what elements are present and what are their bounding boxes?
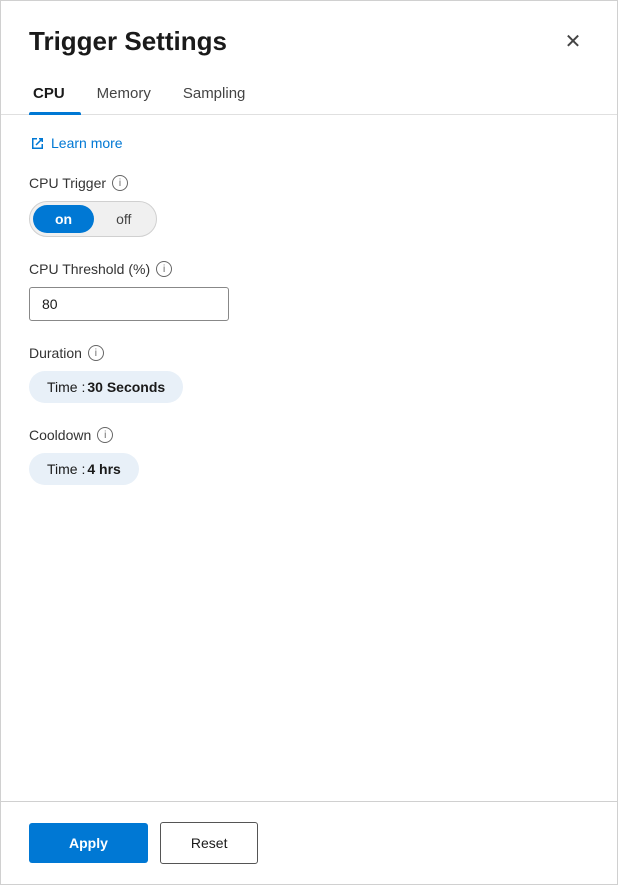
duration-pill[interactable]: Time : 30 Seconds xyxy=(29,371,183,403)
cooldown-value: 4 hrs xyxy=(87,461,120,477)
cpu-threshold-label: CPU Threshold (%) xyxy=(29,261,150,277)
cooldown-prefix: Time : xyxy=(47,461,85,477)
close-button[interactable]: ✕ xyxy=(557,25,589,57)
tab-sampling[interactable]: Sampling xyxy=(179,77,262,114)
duration-prefix: Time : xyxy=(47,379,85,395)
tab-cpu[interactable]: CPU xyxy=(29,77,81,114)
reset-button[interactable]: Reset xyxy=(160,822,259,864)
dialog-header: Trigger Settings ✕ xyxy=(1,1,617,57)
duration-label-row: Duration i xyxy=(29,345,589,361)
cooldown-info-icon[interactable]: i xyxy=(97,427,113,443)
cpu-trigger-group: CPU Trigger i on off xyxy=(29,175,589,237)
duration-group: Duration i Time : 30 Seconds xyxy=(29,345,589,403)
cpu-trigger-toggle: on off xyxy=(29,201,157,237)
cooldown-label: Cooldown xyxy=(29,427,91,443)
duration-info-icon[interactable]: i xyxy=(88,345,104,361)
cpu-threshold-input[interactable] xyxy=(29,287,229,321)
cpu-trigger-label: CPU Trigger xyxy=(29,175,106,191)
learn-more-label: Learn more xyxy=(51,135,123,151)
toggle-off-button[interactable]: off xyxy=(94,205,153,233)
external-link-icon xyxy=(29,135,45,151)
cooldown-pill[interactable]: Time : 4 hrs xyxy=(29,453,139,485)
apply-button[interactable]: Apply xyxy=(29,823,148,863)
duration-label: Duration xyxy=(29,345,82,361)
trigger-settings-dialog: Trigger Settings ✕ CPU Memory Sampling L… xyxy=(0,0,618,885)
tab-memory[interactable]: Memory xyxy=(93,77,167,114)
cooldown-group: Cooldown i Time : 4 hrs xyxy=(29,427,589,485)
tab-content: Learn more CPU Trigger i on off CPU Thre… xyxy=(1,115,617,801)
learn-more-link[interactable]: Learn more xyxy=(29,135,589,151)
cpu-threshold-group: CPU Threshold (%) i xyxy=(29,261,589,321)
cpu-trigger-info-icon[interactable]: i xyxy=(112,175,128,191)
cooldown-label-row: Cooldown i xyxy=(29,427,589,443)
dialog-footer: Apply Reset xyxy=(1,801,617,884)
cpu-trigger-label-row: CPU Trigger i xyxy=(29,175,589,191)
tabs-container: CPU Memory Sampling xyxy=(1,57,617,115)
toggle-on-button[interactable]: on xyxy=(33,205,94,233)
dialog-title: Trigger Settings xyxy=(29,26,227,57)
cpu-threshold-info-icon[interactable]: i xyxy=(156,261,172,277)
duration-value: 30 Seconds xyxy=(87,379,165,395)
cpu-threshold-label-row: CPU Threshold (%) i xyxy=(29,261,589,277)
